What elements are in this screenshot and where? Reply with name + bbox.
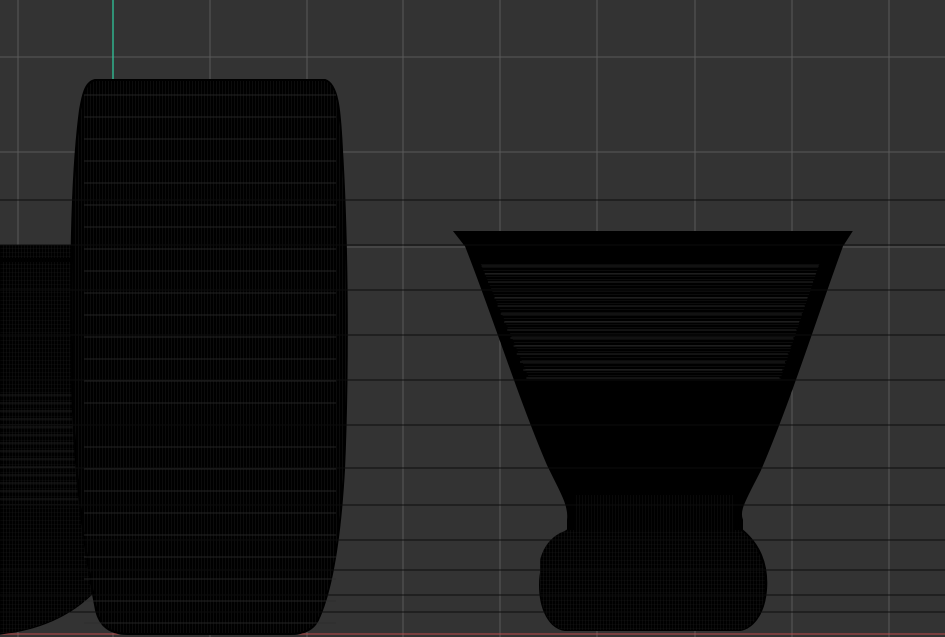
viewport-canvas[interactable] [0, 0, 945, 637]
3d-viewport[interactable] [0, 0, 945, 637]
tall-tumbler-glass-mesh[interactable] [70, 79, 348, 635]
